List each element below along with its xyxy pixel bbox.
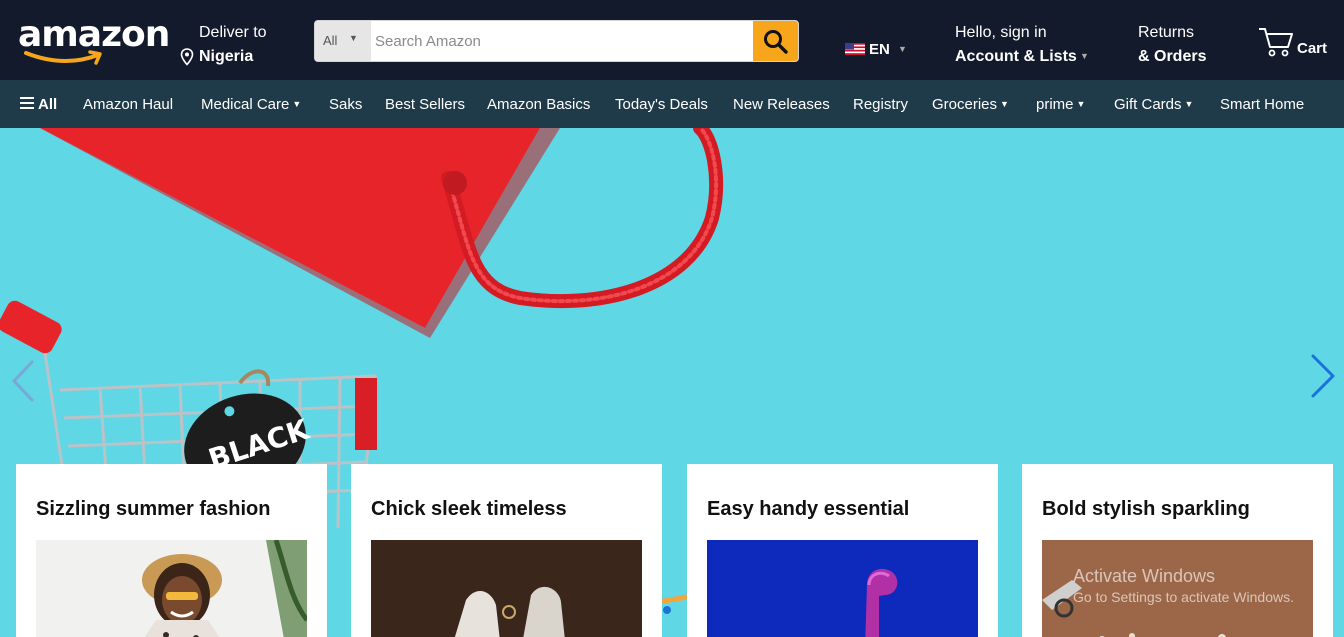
nav-item-amazon-basics[interactable]: Amazon Basics [487, 96, 590, 113]
caret-down-icon: ▼ [898, 44, 907, 54]
nav-item-best-sellers[interactable]: Best Sellers [385, 96, 465, 113]
caret-down-icon: ▼ [349, 33, 358, 43]
carousel-next-arrow-icon[interactable] [1306, 352, 1338, 400]
nav-item-label: Gift Cards [1114, 96, 1182, 113]
caret-down-icon: ▼ [1080, 51, 1089, 61]
search-input[interactable] [371, 21, 755, 61]
category-card[interactable]: Chick sleek timeless [351, 464, 662, 637]
caret-down-icon: ▼ [292, 99, 302, 109]
cart-label: Cart [1297, 40, 1328, 57]
account-label: Account & Lists [955, 48, 1077, 65]
nav-item-prime[interactable]: prime ▼ [1036, 96, 1085, 113]
nav-item-amazon-haul[interactable]: Amazon Haul [83, 96, 173, 113]
carousel-prev-arrow-icon[interactable] [8, 358, 38, 404]
search-icon [764, 30, 788, 54]
language-code: EN [869, 41, 890, 58]
nav-item-label: Best Sellers [385, 96, 466, 113]
location-pin-icon [180, 48, 194, 66]
amazon-logo[interactable]: amazon [18, 14, 170, 74]
card-title: Easy handy essential [707, 498, 910, 520]
nav-item-gift-cards[interactable]: Gift Cards ▼ [1114, 96, 1193, 113]
nav-item-label: Saks [329, 96, 363, 113]
nav-item-label: Registry [853, 96, 909, 113]
category-card[interactable]: Sizzling summer fashion [16, 464, 327, 637]
account-greeting: Hello, sign in [955, 24, 1047, 41]
watermark-title: Activate Windows [1073, 566, 1216, 586]
card-title: Chick sleek timeless [371, 498, 567, 520]
nav-item-label: Smart Home [1220, 96, 1305, 113]
logo-smile-icon [24, 50, 102, 65]
nav-item-label: Today's Deals [615, 96, 708, 113]
search-bar: All ▼ [314, 20, 799, 62]
nav-bar: All Amazon Haul Medical Care ▼ Saks Best … [0, 80, 1344, 128]
nav-item-saks[interactable]: Saks [329, 96, 362, 113]
caret-down-icon: ▼ [1000, 99, 1009, 109]
card-image-shoes[interactable] [371, 540, 642, 637]
orders-label: & Orders [1138, 48, 1207, 65]
nav-item-label: Amazon Haul [83, 96, 174, 113]
deliver-label: Deliver to [199, 24, 267, 41]
nav-item-todays-deals[interactable]: Today's Deals [615, 96, 708, 113]
search-category-select[interactable]: All ▼ [315, 21, 371, 61]
us-flag-icon [845, 43, 865, 55]
nav-item-label: prime [1036, 96, 1074, 113]
nav-all-label: All [38, 96, 58, 113]
deliver-country: Nigeria [199, 48, 254, 65]
windows-activation-watermark: Activate Windows Go to Settings to activ… [1073, 566, 1294, 605]
nav-all-menu[interactable]: All [20, 96, 57, 113]
card-image-fashion[interactable] [36, 540, 307, 637]
cart-icon [1259, 28, 1293, 57]
hamburger-icon [20, 97, 34, 109]
nav-item-label: Amazon Basics [487, 96, 591, 113]
nav-item-smart-home[interactable]: Smart Home [1220, 96, 1304, 113]
card-title: Sizzling summer fashion [36, 498, 271, 520]
logo-text: amazon [18, 14, 170, 55]
nav-item-label: Groceries [932, 96, 998, 113]
search-category-label: All [323, 33, 338, 48]
caret-down-icon: ▼ [1076, 99, 1086, 109]
returns-label: Returns [1138, 24, 1195, 41]
nav-item-medical-care[interactable]: Medical Care ▼ [201, 96, 301, 113]
category-card[interactable]: Easy handy essential [687, 464, 998, 637]
nav-item-label: New Releases [733, 96, 830, 113]
nav-item-label: Medical Care [201, 96, 290, 113]
search-button[interactable] [753, 21, 798, 61]
category-card[interactable]: Bold stylish sparkling [1022, 464, 1333, 637]
card-image-earbuds[interactable] [707, 540, 978, 637]
top-header: amazon Deliver to Nigeria All ▼ Search A… [0, 0, 1344, 80]
nav-item-new-releases[interactable]: New Releases [733, 96, 830, 113]
nav-item-groceries[interactable]: Groceries ▼ [932, 96, 1009, 113]
caret-down-icon: ▼ [1184, 99, 1194, 109]
card-title: Bold stylish sparkling [1042, 498, 1250, 520]
nav-item-registry[interactable]: Registry [853, 96, 908, 113]
watermark-subtitle: Go to Settings to activate Windows. [1073, 589, 1294, 605]
